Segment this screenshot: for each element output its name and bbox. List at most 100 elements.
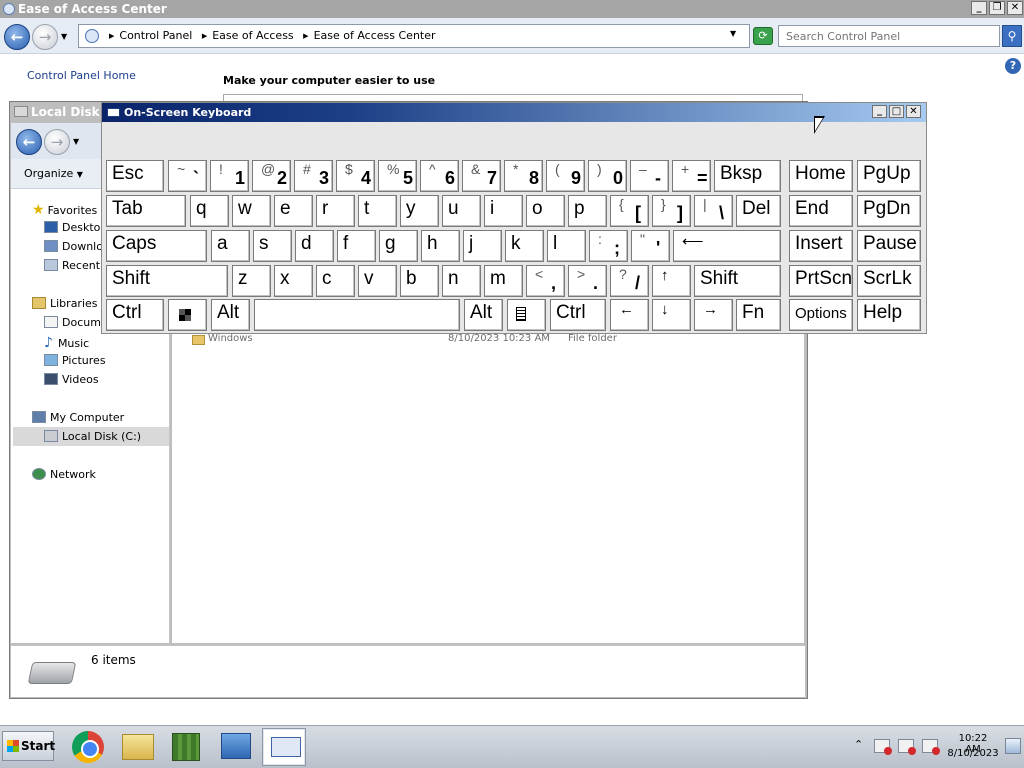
key-f[interactable]: f (337, 230, 376, 262)
recent-pages-chevron-icon[interactable]: ▼ (61, 32, 67, 41)
key-help[interactable]: Help (857, 299, 921, 331)
key-j[interactable]: j (463, 230, 502, 262)
eoa-close-button[interactable]: ✕ (1007, 1, 1023, 15)
control-panel-home-link[interactable]: Control Panel Home (27, 69, 136, 82)
key-num-1[interactable]: ! 1 (210, 160, 249, 192)
key-num-8[interactable]: * 8 (504, 160, 543, 192)
key-k[interactable]: k (505, 230, 544, 262)
chevron-right-icon[interactable]: ▶ (303, 32, 308, 40)
key-v[interactable]: v (358, 265, 397, 297)
key-p[interactable]: p (568, 195, 607, 227)
key-up-arrow[interactable]: ↑ (652, 265, 691, 297)
key-pgdn[interactable]: PgDn (857, 195, 921, 227)
key-num-0[interactable]: ~ ` (168, 160, 207, 192)
key-prtscn[interactable]: PrtScn (789, 265, 853, 297)
osk-minimize-button[interactable]: _ (872, 105, 887, 118)
clock-date[interactable]: 8/10/2023 (946, 748, 1000, 759)
eoa-restore-button[interactable]: ❐ (989, 1, 1005, 15)
key-num-3[interactable]: #3 (294, 160, 333, 192)
key-t[interactable]: t (358, 195, 397, 227)
key-num-7[interactable]: & 7 (462, 160, 501, 192)
taskbar-explorer-button[interactable] (115, 728, 159, 766)
key-right-shift[interactable]: Shift (694, 265, 781, 297)
key-num-12[interactable]: + = (672, 160, 711, 192)
key-insert[interactable]: Insert (789, 230, 853, 262)
back-arrow-icon[interactable]: ← (4, 24, 30, 50)
key-enter[interactable]: ⟵ (673, 230, 781, 262)
key-fn[interactable]: Fn (736, 299, 781, 331)
explorer-forward-arrow-icon[interactable]: → (44, 129, 70, 155)
key-left-arrow[interactable]: ← (610, 299, 649, 331)
address-bar[interactable]: ▶ Control Panel ▶ Ease of Access ▶ Ease of … (78, 24, 750, 48)
key-d[interactable]: d (295, 230, 334, 262)
tree-item-local-disk[interactable]: Local Disk (C:) (44, 430, 144, 443)
key-a[interactable]: a (211, 230, 250, 262)
key-punct-a-1[interactable]: " ' (631, 230, 670, 262)
osk-title-bar[interactable]: On-Screen Keyboard _ □ ✕ (102, 103, 926, 122)
key-punct-z-2[interactable]: ? / (610, 265, 649, 297)
action-center-flag-icon[interactable] (874, 739, 892, 755)
forward-arrow-icon[interactable]: → (32, 24, 58, 50)
key-num-11[interactable]: – - (630, 160, 669, 192)
breadcrumb-ease-of-access-center[interactable]: Ease of Access Center (314, 29, 436, 42)
key-num-10[interactable]: ) 0 (588, 160, 627, 192)
volume-tray-icon[interactable] (922, 739, 940, 755)
key-space[interactable] (254, 299, 460, 331)
tree-item-recent-places[interactable]: Recent Places (44, 259, 102, 272)
search-input[interactable] (778, 25, 1000, 47)
key-windows[interactable] (168, 299, 207, 331)
eoa-minimize-button[interactable]: _ (971, 1, 987, 15)
key-bracket-2[interactable]: | \ (694, 195, 733, 227)
address-dropdown-icon[interactable]: ▼ (730, 29, 736, 38)
organize-button[interactable]: Organize ▼ (24, 167, 83, 180)
key-e[interactable]: e (274, 195, 313, 227)
key-menu[interactable] (507, 299, 546, 331)
key-s[interactable]: s (253, 230, 292, 262)
chevron-right-icon[interactable]: ▶ (109, 32, 114, 40)
key-m[interactable]: m (484, 265, 523, 297)
explorer-back-arrow-icon[interactable]: ← (16, 129, 42, 155)
breadcrumb-ease-of-access[interactable]: Ease of Access (212, 29, 293, 42)
key-backspace[interactable]: Bksp (714, 160, 781, 192)
show-hidden-icons-chevron-icon[interactable]: ⌃ (854, 738, 863, 751)
key-tab[interactable]: Tab (106, 195, 186, 227)
key-num-2[interactable]: @2 (252, 160, 291, 192)
tree-item-libraries[interactable]: Libraries (32, 297, 102, 310)
key-scrlk[interactable]: ScrLk (857, 265, 921, 297)
key-right-arrow[interactable]: → (694, 299, 733, 331)
tree-item-favorites[interactable]: ★ Favorites (32, 202, 102, 218)
refresh-icon[interactable]: ⟳ (753, 27, 773, 45)
key-left-alt[interactable]: Alt (211, 299, 250, 331)
key-bracket-1[interactable]: }] (652, 195, 691, 227)
key-pgup[interactable]: PgUp (857, 160, 921, 192)
tree-item-documents[interactable]: Documents (44, 316, 102, 329)
chevron-right-icon[interactable]: ▶ (202, 32, 207, 40)
key-options[interactable]: Options (789, 299, 853, 331)
key-r[interactable]: r (316, 195, 355, 227)
key-bracket-0[interactable]: {[ (610, 195, 649, 227)
tree-item-desktop[interactable]: Desktop (44, 221, 102, 234)
taskbar-minecraft-button[interactable] (164, 728, 208, 766)
key-left-shift[interactable]: Shift (106, 265, 228, 297)
tree-item-network[interactable]: Network (32, 468, 132, 481)
key-right-ctrl[interactable]: Ctrl (550, 299, 606, 331)
key-pause[interactable]: Pause (857, 230, 921, 262)
show-desktop-icon[interactable] (1005, 738, 1021, 754)
tree-item-music[interactable]: ♪ Music (44, 335, 114, 351)
key-punct-a-0[interactable]: :; (589, 230, 628, 262)
key-z[interactable]: z (232, 265, 271, 297)
key-g[interactable]: g (379, 230, 418, 262)
explorer-recent-chevron-icon[interactable]: ▼ (73, 137, 79, 146)
key-b[interactable]: b (400, 265, 439, 297)
key-q[interactable]: q (190, 195, 229, 227)
key-punct-z-1[interactable]: >. (568, 265, 607, 297)
taskbar-chrome-button[interactable] (66, 728, 110, 766)
key-w[interactable]: w (232, 195, 271, 227)
key-u[interactable]: u (442, 195, 481, 227)
start-button[interactable]: Start (2, 731, 55, 761)
help-icon[interactable]: ? (1005, 58, 1021, 74)
key-o[interactable]: o (526, 195, 565, 227)
key-num-6[interactable]: ^ 6 (420, 160, 459, 192)
key-c[interactable]: c (316, 265, 355, 297)
key-i[interactable]: i (484, 195, 523, 227)
